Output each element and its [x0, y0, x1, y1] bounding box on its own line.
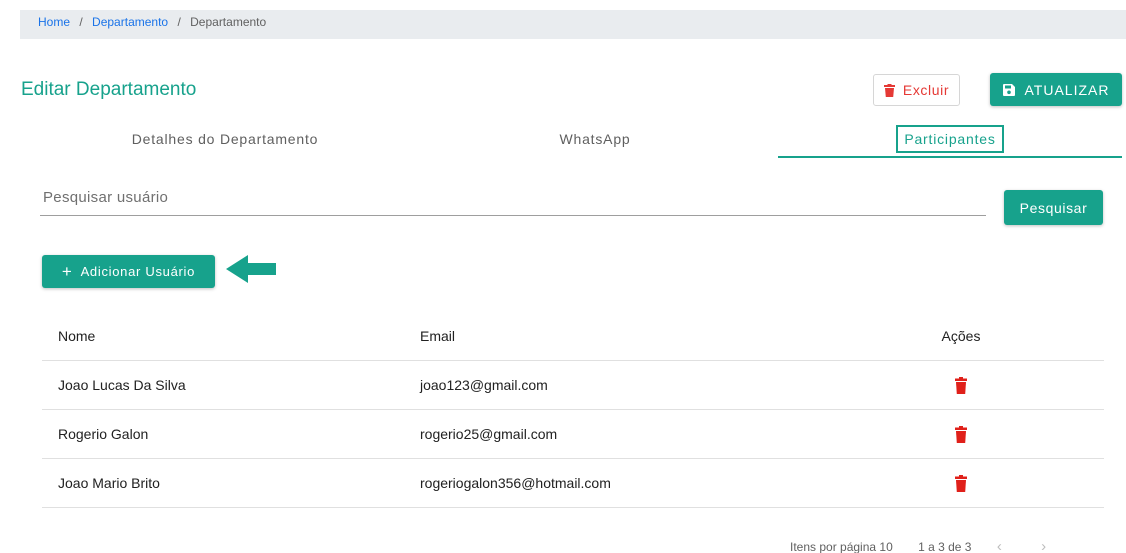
remove-user-button[interactable] [892, 459, 1030, 507]
column-header-email[interactable]: Email [420, 312, 455, 360]
breadcrumb-home-link[interactable]: Home [38, 15, 70, 29]
delete-button-label: Excluir [902, 82, 950, 98]
user-name: Joao Mario Brito [58, 475, 160, 491]
tab-detalhes[interactable]: Detalhes do Departamento [40, 120, 410, 158]
user-email: rogerio25@gmail.com [420, 426, 558, 442]
add-user-button-label: Adicionar Usuário [80, 264, 196, 279]
delete-button[interactable]: Excluir [873, 74, 960, 106]
tab-bar: Detalhes do Departamento WhatsApp Partic… [40, 120, 1122, 158]
tab-participantes[interactable]: Participantes [778, 120, 1122, 158]
remove-user-button[interactable] [892, 361, 1030, 409]
tab-whatsapp[interactable]: WhatsApp [410, 120, 780, 158]
remove-user-button[interactable] [892, 410, 1030, 458]
update-button[interactable]: ATUALIZAR [990, 73, 1122, 106]
search-field [40, 180, 986, 216]
breadcrumb-departamento-link[interactable]: Departamento [92, 15, 168, 29]
table-header-row: Nome Email Ações [42, 312, 1104, 361]
arrow-left-icon [226, 255, 276, 283]
trash-icon [955, 474, 967, 492]
user-name: Joao Lucas Da Silva [58, 377, 186, 393]
pagination: Itens por página 10 1 a 3 de 3 ‹ › [790, 538, 1082, 553]
breadcrumb-separator: / [79, 15, 83, 29]
active-tab-indicator [778, 156, 1122, 158]
user-email: joao123@gmail.com [420, 377, 548, 393]
items-per-page[interactable]: Itens por página 10 [790, 540, 893, 553]
trash-icon [883, 83, 895, 97]
save-icon [1002, 83, 1015, 96]
table-row: Joao Mario Brito rogeriogalon356@hotmail… [42, 459, 1104, 508]
trash-icon [955, 376, 967, 394]
column-header-nome[interactable]: Nome [58, 312, 95, 360]
search-button[interactable]: Pesquisar [1004, 190, 1103, 225]
table-row: Joao Lucas Da Silva joao123@gmail.com [42, 361, 1104, 410]
breadcrumb-separator: / [177, 15, 181, 29]
breadcrumb-current: Departamento [190, 15, 267, 29]
table-row: Rogerio Galon rogerio25@gmail.com [42, 410, 1104, 459]
page-title: Editar Departamento [21, 79, 197, 100]
user-email: rogeriogalon356@hotmail.com [420, 475, 611, 491]
page-range: 1 a 3 de 3 [918, 540, 972, 553]
search-input[interactable] [40, 180, 986, 215]
breadcrumb: Home / Departamento / Departamento [20, 10, 1126, 39]
chevron-right-icon[interactable]: › [1041, 538, 1046, 553]
trash-icon [955, 425, 967, 443]
column-header-acoes: Ações [941, 328, 981, 344]
user-name: Rogerio Galon [58, 426, 149, 442]
participants-table: Nome Email Ações Joao Lucas Da Silva joa… [42, 312, 1104, 508]
plus-icon: + [61, 262, 73, 281]
update-button-label: ATUALIZAR [1024, 81, 1110, 98]
add-user-button[interactable]: + Adicionar Usuário [42, 255, 215, 288]
tab-participantes-label: Participantes [896, 125, 1004, 153]
chevron-left-icon[interactable]: ‹ [997, 538, 1002, 553]
